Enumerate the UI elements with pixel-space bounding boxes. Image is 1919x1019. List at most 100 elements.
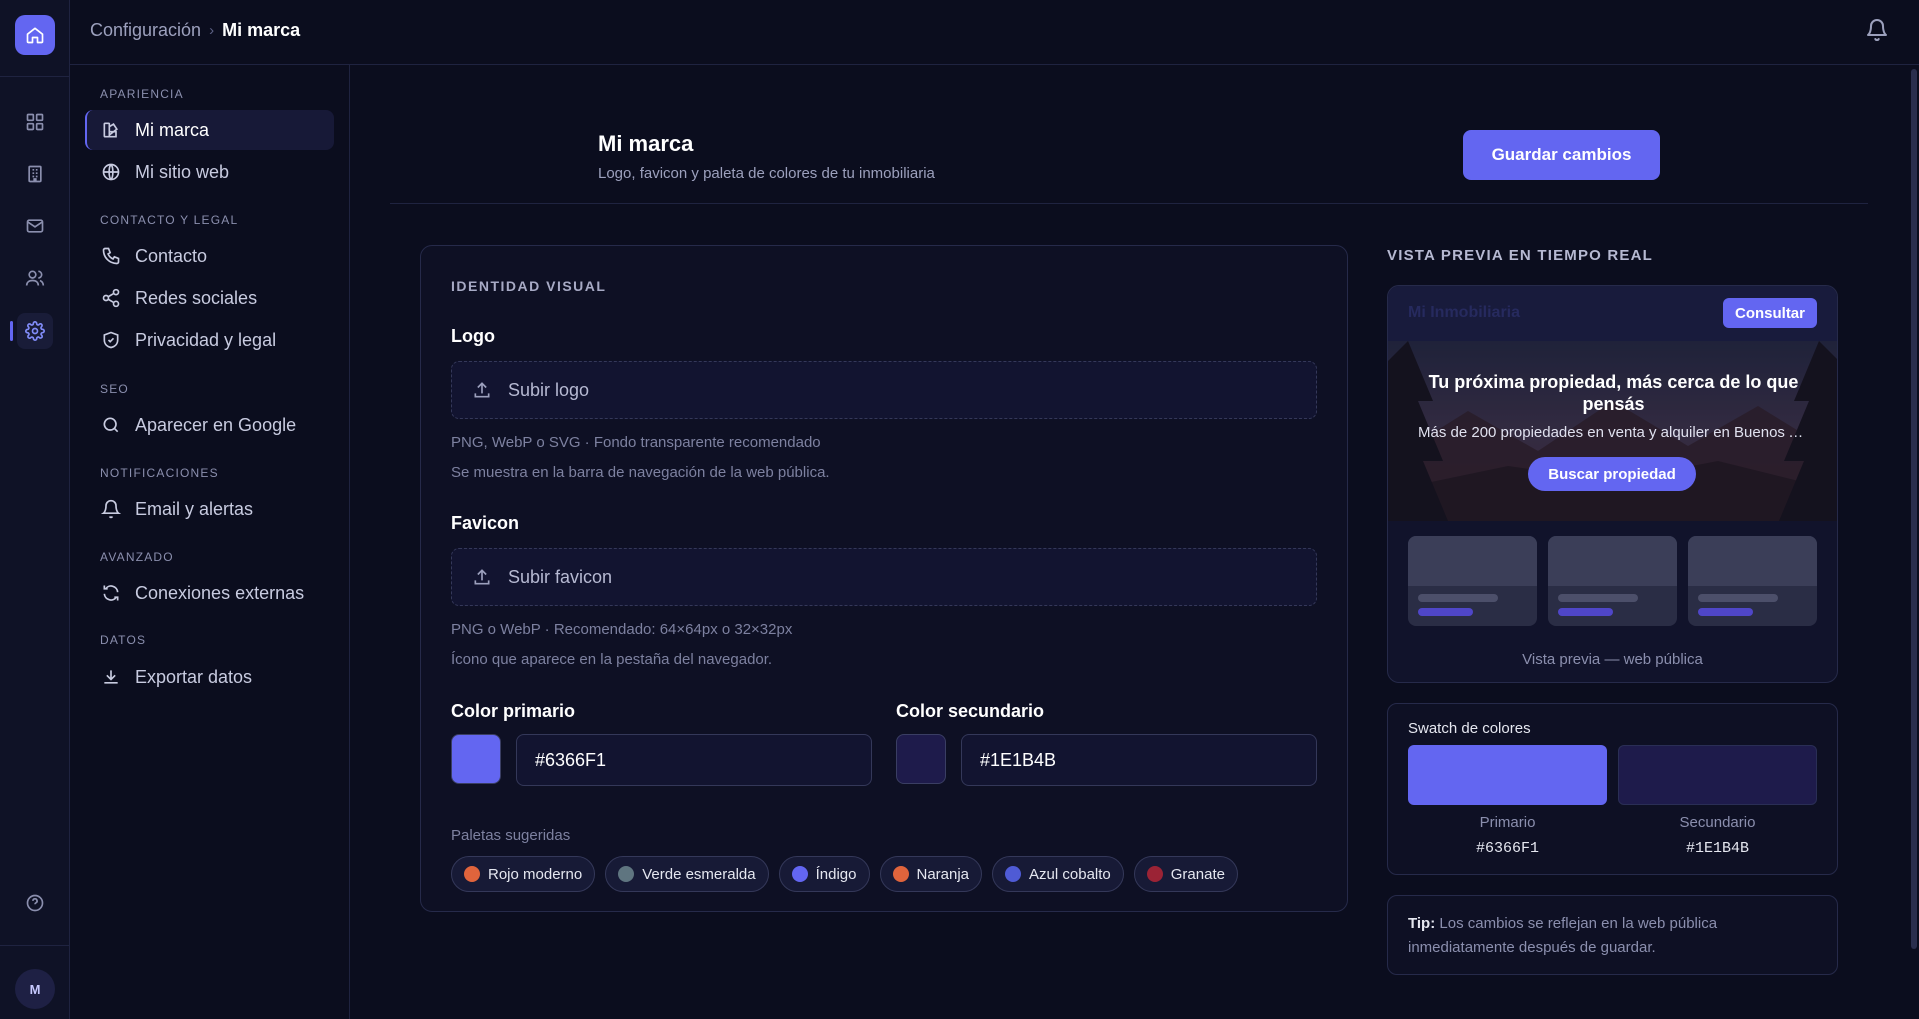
palette-chips: Rojo moderno Verde esmeralda Índigo Nara… bbox=[451, 856, 1238, 892]
preview-hero-subtitle: Más de 200 propiedades en venta y alquil… bbox=[1418, 424, 1809, 441]
sidebar-item-exportar-datos[interactable]: Exportar datos bbox=[85, 657, 334, 697]
sidebar-item-label: Email y alertas bbox=[135, 498, 254, 519]
card-line-accent bbox=[1558, 608, 1613, 616]
secondary-swatch-name: Secundario bbox=[1679, 814, 1756, 831]
favicon-help-format: PNG o WebP · Recomendado: 64×64px o 32×3… bbox=[451, 621, 793, 638]
rail-divider bbox=[0, 76, 70, 77]
avatar[interactable]: M bbox=[15, 969, 55, 1009]
rail-settings[interactable] bbox=[10, 313, 53, 349]
primary-swatch-hex: #6366F1 bbox=[1475, 840, 1539, 857]
breadcrumb-current: Mi marca bbox=[222, 20, 301, 40]
card-image-placeholder bbox=[1688, 536, 1817, 586]
search-icon bbox=[103, 417, 119, 433]
card-line bbox=[1698, 594, 1778, 602]
download-icon bbox=[104, 670, 118, 684]
color-dot bbox=[1005, 866, 1022, 882]
shield-icon bbox=[103, 331, 119, 349]
logo-upload-label: Subir logo bbox=[508, 379, 590, 400]
page-subtitle: Logo, favicon y paleta de colores de tu … bbox=[598, 165, 935, 182]
sidebar-item-contacto[interactable]: Contacto bbox=[85, 236, 334, 276]
save-button[interactable]: Guardar cambios bbox=[1463, 130, 1660, 180]
section-notificaciones: NOTIFICACIONES bbox=[100, 466, 219, 480]
primary-swatch bbox=[1408, 745, 1607, 805]
palette-chip-rojo-moderno[interactable]: Rojo moderno bbox=[451, 856, 596, 892]
color-dot bbox=[892, 866, 909, 882]
chip-label: Rojo moderno bbox=[488, 865, 583, 883]
preview-property-card bbox=[1548, 536, 1677, 626]
preview-caption: Vista previa — web pública bbox=[1522, 651, 1703, 668]
swatch-title: Swatch de colores bbox=[1408, 720, 1531, 737]
icon-rail: M bbox=[0, 0, 70, 1019]
preview-navbar: Mi Inmobiliaria Consultar bbox=[1388, 286, 1837, 341]
sidebar-item-label: Conexiones externas bbox=[135, 582, 305, 603]
palette-chip-azul-cobalto[interactable]: Azul cobalto bbox=[992, 856, 1124, 892]
rail-dashboard[interactable] bbox=[17, 104, 53, 140]
sidebar-item-label: Mi sitio web bbox=[135, 161, 230, 182]
card-image-placeholder bbox=[1548, 536, 1677, 586]
card-line-accent bbox=[1698, 608, 1753, 616]
sidebar-item-email-alertas[interactable]: Email y alertas bbox=[85, 489, 334, 529]
secondary-swatch-hex: #1E1B4B bbox=[1685, 840, 1749, 857]
notifications-button[interactable] bbox=[1865, 18, 1889, 47]
sidebar-item-conexiones-externas[interactable]: Conexiones externas bbox=[85, 573, 334, 613]
upload-icon bbox=[474, 382, 490, 398]
top-bar: Configuración › Mi marca bbox=[70, 0, 1919, 65]
primary-color-input[interactable]: #6366F1 bbox=[516, 734, 872, 786]
section-seo: SEO bbox=[100, 382, 129, 396]
tip-box: Tip: Los cambios se reflejan en la web p… bbox=[1387, 895, 1838, 975]
card-title: IDENTIDAD VISUAL bbox=[451, 278, 607, 294]
sidebar-item-label: Aparecer en Google bbox=[135, 414, 297, 435]
breadcrumb: Configuración › Mi marca bbox=[90, 20, 300, 41]
home-icon bbox=[26, 27, 44, 44]
secondary-color-picker[interactable] bbox=[896, 734, 946, 784]
header-divider bbox=[390, 203, 1868, 204]
section-contacto-legal: CONTACTO Y LEGAL bbox=[100, 213, 239, 227]
chip-label: Verde esmeralda bbox=[642, 865, 756, 883]
sidebar-item-mi-sitio-web[interactable]: Mi sitio web bbox=[85, 152, 334, 192]
home-button[interactable] bbox=[15, 15, 55, 55]
sidebar-item-label: Contacto bbox=[135, 245, 208, 266]
palettes-label: Paletas sugeridas bbox=[451, 827, 571, 844]
phone-icon bbox=[102, 247, 120, 265]
logo-upload[interactable]: Subir logo bbox=[451, 361, 1317, 419]
card-line bbox=[1418, 594, 1498, 602]
palette-chip-naranja[interactable]: Naranja bbox=[879, 856, 983, 892]
palette-chip-verde-esmeralda[interactable]: Verde esmeralda bbox=[605, 856, 769, 892]
rail-help[interactable] bbox=[17, 885, 53, 921]
rail-properties[interactable] bbox=[17, 156, 53, 192]
palette-chip-granate[interactable]: Granate bbox=[1133, 856, 1238, 892]
brand-icon bbox=[103, 122, 118, 138]
favicon-upload[interactable]: Subir favicon bbox=[451, 548, 1317, 606]
identity-card: IDENTIDAD VISUAL Logo Subir logo PNG, We… bbox=[420, 245, 1348, 912]
color-dot bbox=[1146, 866, 1163, 882]
sidebar-item-mi-marca[interactable]: Mi marca bbox=[85, 110, 334, 150]
sidebar-item-aparecer-google[interactable]: Aparecer en Google bbox=[85, 405, 334, 445]
sidebar-item-privacidad-legal[interactable]: Privacidad y legal bbox=[85, 320, 334, 360]
card-line bbox=[1558, 594, 1638, 602]
favicon-help-usage: Ícono que aparece en la pestaña del nave… bbox=[451, 651, 773, 668]
sidebar-item-redes-sociales[interactable]: Redes sociales bbox=[85, 278, 334, 318]
mail-icon bbox=[26, 219, 44, 233]
preview-hero: Tu próxima propiedad, más cerca de lo qu… bbox=[1388, 341, 1837, 521]
section-apariencia: APARIENCIA bbox=[100, 87, 184, 101]
secondary-color-label: Color secundario bbox=[896, 701, 1045, 721]
chip-label: Naranja bbox=[916, 865, 970, 883]
swatch-card: Swatch de colores Primario Secundario #6… bbox=[1387, 703, 1838, 875]
chip-label: Índigo bbox=[815, 865, 857, 883]
logo-help-format: PNG, WebP o SVG · Fondo transparente rec… bbox=[451, 434, 821, 451]
app-root: M Configuración › Mi marca APARIENCIA Mi… bbox=[0, 0, 1919, 1019]
rail-messages[interactable] bbox=[17, 208, 53, 244]
secondary-swatch bbox=[1618, 745, 1817, 805]
main-content: Mi marca Logo, favicon y paleta de color… bbox=[350, 65, 1919, 1019]
preview-hero-button: Buscar propiedad bbox=[1528, 457, 1696, 491]
breadcrumb-parent[interactable]: Configuración bbox=[90, 20, 201, 41]
help-icon bbox=[26, 894, 44, 912]
scrollbar-thumb[interactable] bbox=[1911, 69, 1917, 949]
rail-users[interactable] bbox=[17, 260, 53, 296]
main-scrollbar[interactable] bbox=[1907, 65, 1919, 1019]
primary-color-picker[interactable] bbox=[451, 734, 501, 784]
palette-chip-indigo[interactable]: Índigo bbox=[778, 856, 870, 892]
bell-icon bbox=[101, 499, 121, 519]
bell-icon bbox=[1867, 19, 1887, 42]
secondary-color-input[interactable]: #1E1B4B bbox=[961, 734, 1317, 786]
